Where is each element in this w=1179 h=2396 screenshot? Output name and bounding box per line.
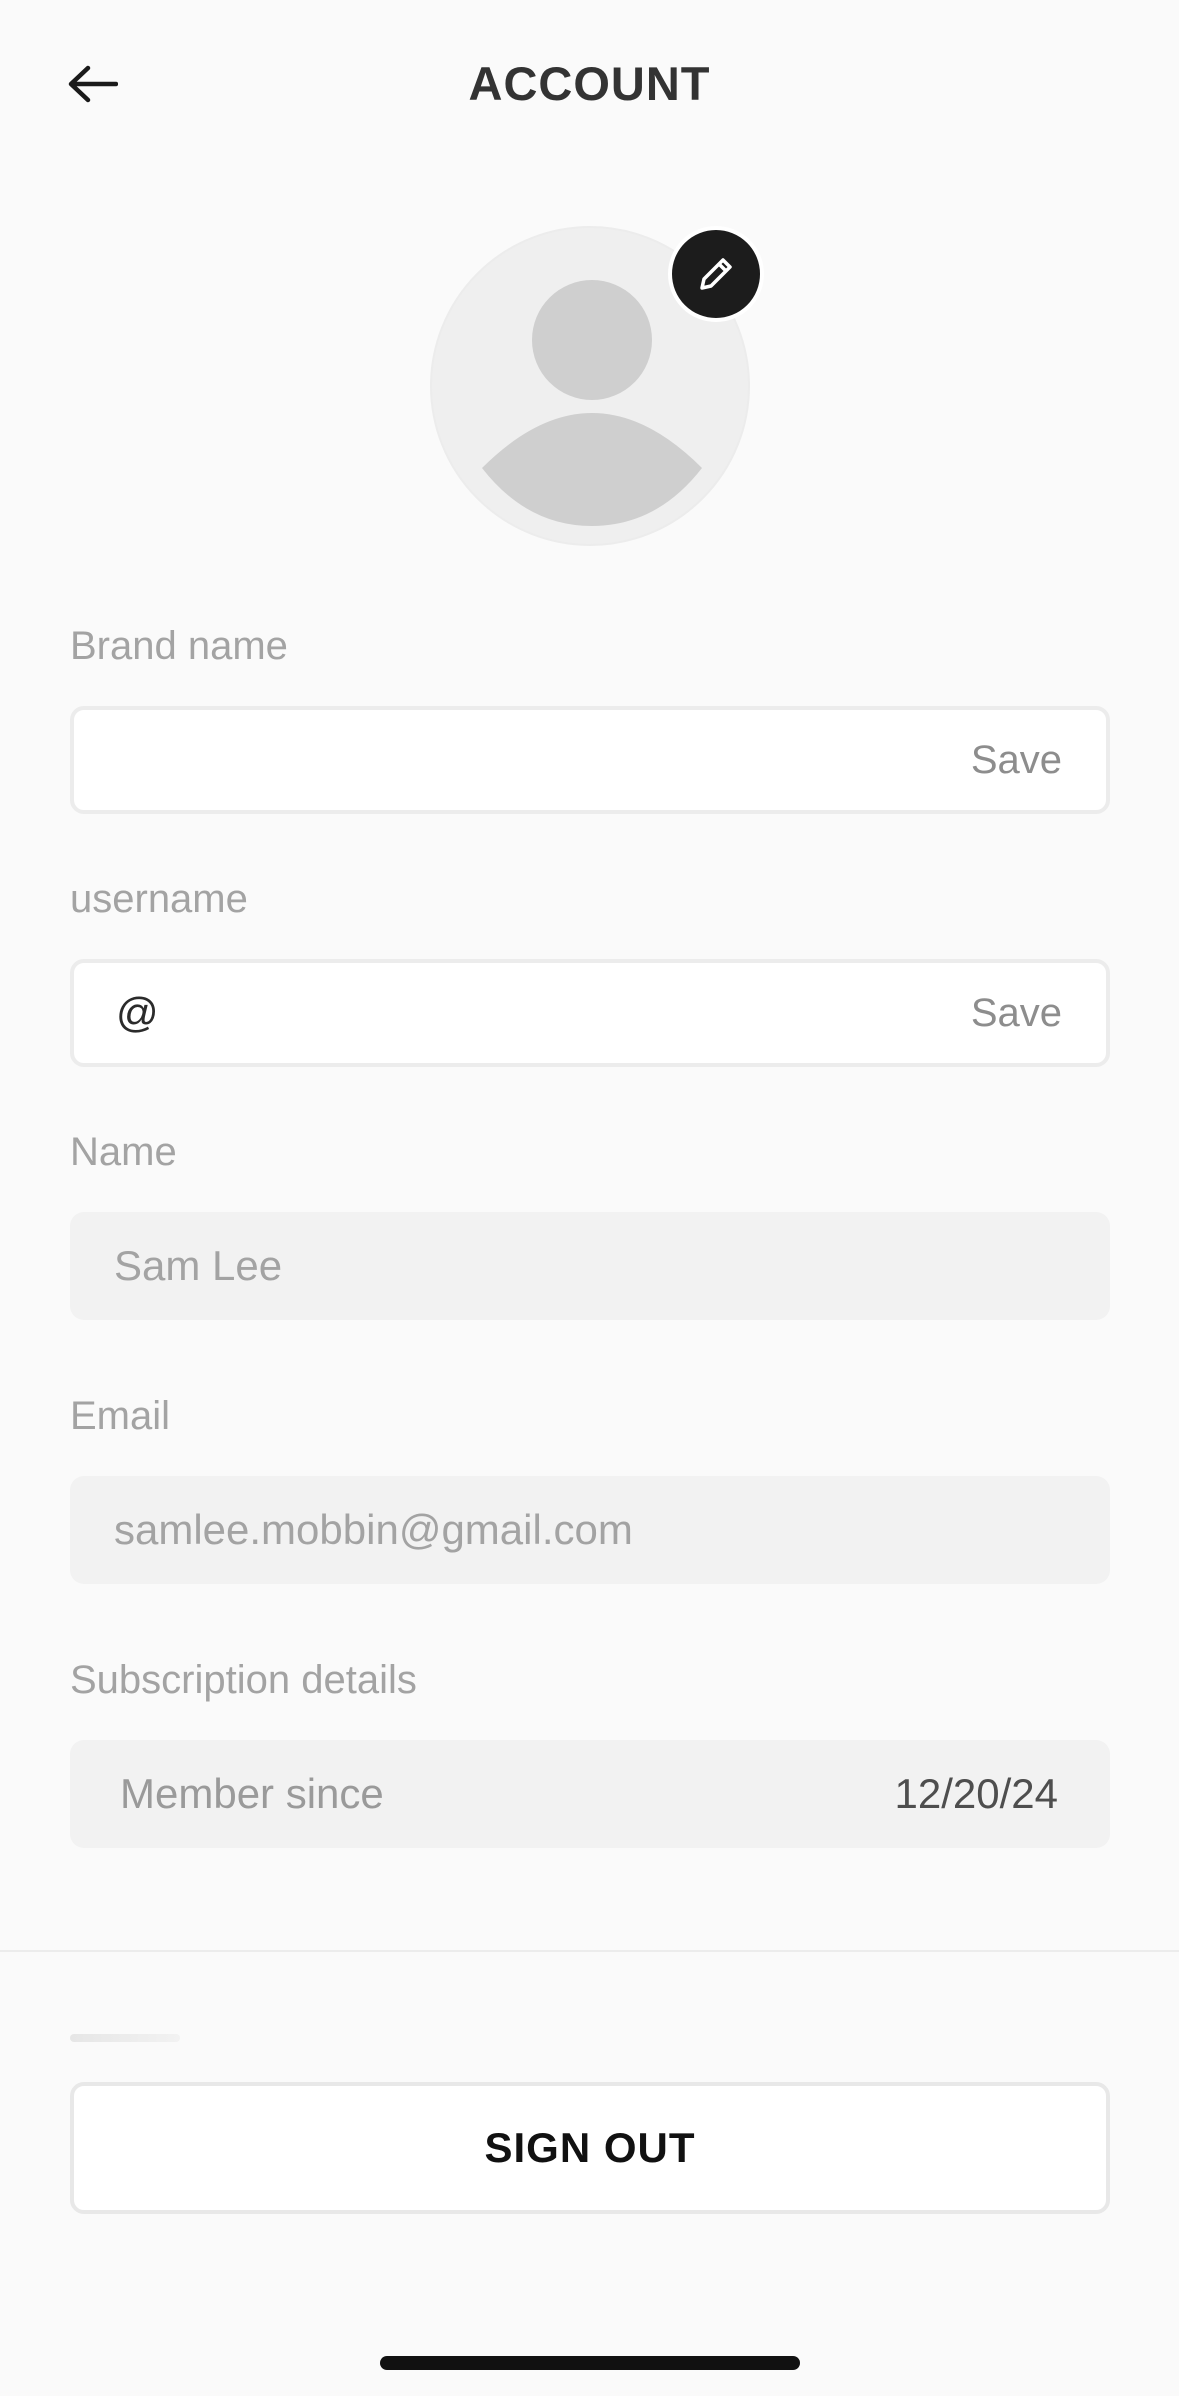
username-save-button[interactable]: Save — [971, 991, 1062, 1036]
name-field: Sam Lee — [70, 1212, 1110, 1320]
member-since-date: 12/20/24 — [894, 1770, 1059, 1817]
subscription-label: Subscription details — [70, 1658, 417, 1702]
username-label: username — [70, 877, 248, 921]
section-divider — [0, 1950, 1179, 1952]
name-label: Name — [70, 1130, 177, 1174]
email-value: samlee.mobbin@gmail.com — [114, 1506, 633, 1553]
account-screen: ACCOUNT Brand name Save username @ Save … — [0, 0, 1179, 2396]
at-prefix: @ — [116, 989, 159, 1036]
member-since-label: Member since — [120, 1770, 384, 1817]
name-value: Sam Lee — [114, 1242, 283, 1289]
profile-photo[interactable] — [430, 226, 764, 546]
subscription-field: Member since 12/20/24 — [70, 1740, 1110, 1848]
brand-name-save-button[interactable]: Save — [971, 738, 1062, 783]
page-title: ACCOUNT — [468, 57, 711, 110]
brand-name-label: Brand name — [70, 624, 288, 668]
header: ACCOUNT — [0, 0, 1179, 170]
email-field: samlee.mobbin@gmail.com — [70, 1476, 1110, 1584]
username-input[interactable] — [178, 963, 978, 1063]
pencil-icon — [700, 258, 732, 290]
scroll-fade — [70, 2034, 180, 2042]
email-label: Email — [70, 1394, 171, 1438]
edit-photo-button[interactable] — [668, 226, 764, 322]
sign-out-button[interactable]: SIGN OUT — [70, 2082, 1110, 2214]
brand-name-input[interactable] — [116, 710, 976, 810]
username-field[interactable]: @ Save — [70, 959, 1110, 1067]
home-indicator — [380, 2356, 800, 2370]
brand-name-field[interactable]: Save — [70, 706, 1110, 814]
